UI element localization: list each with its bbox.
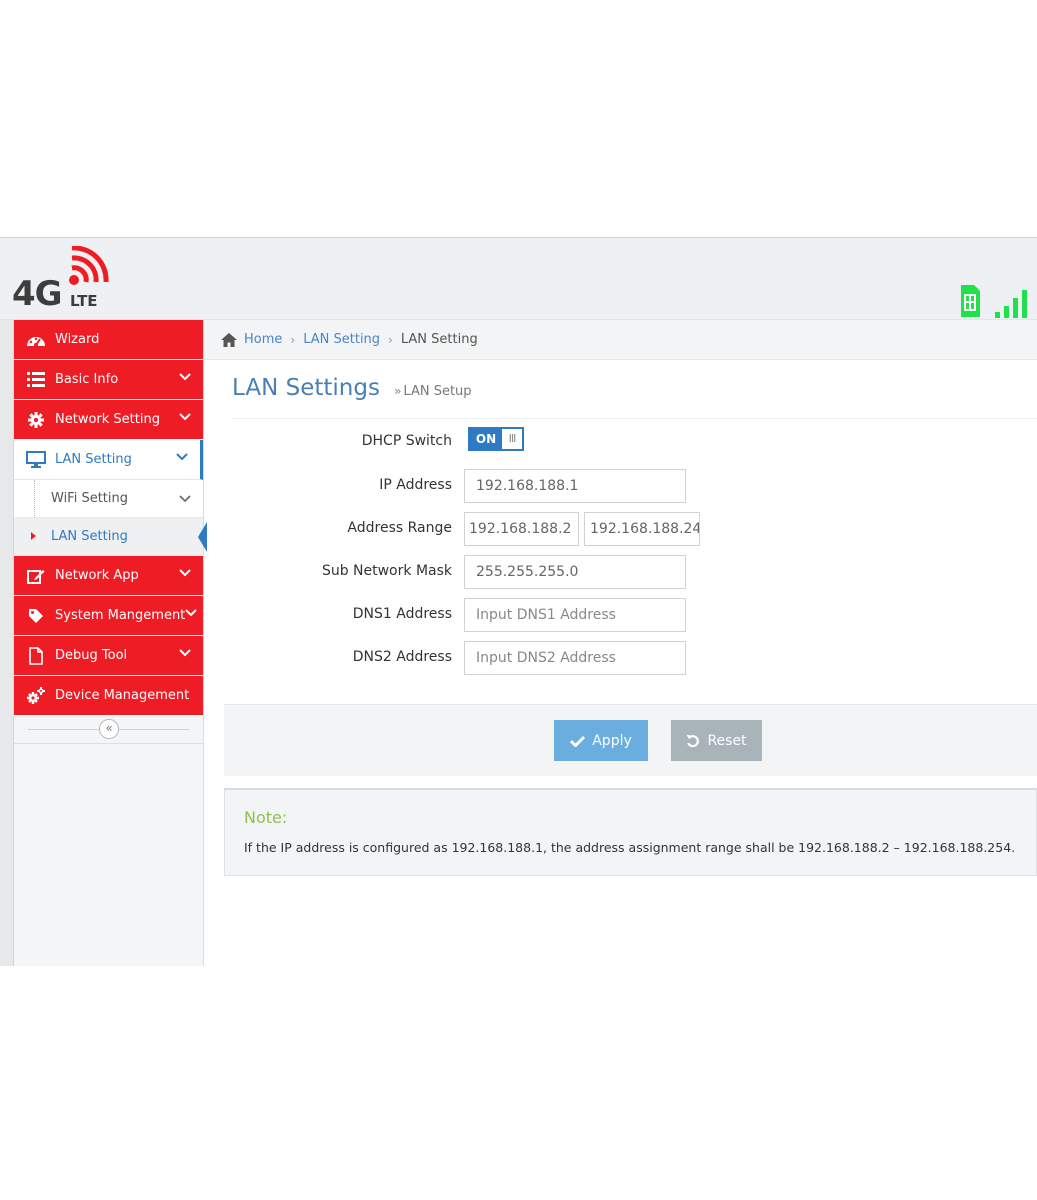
breadcrumb-separator: ›	[388, 332, 393, 347]
dhcp-switch-row: DHCP Switch ON III	[224, 424, 1037, 458]
note-text: If the IP address is configured as 192.1…	[244, 840, 1016, 855]
main-content: Home › LAN Setting › LAN Setting LAN Set…	[204, 320, 1037, 966]
page-title: LAN Settings	[232, 375, 380, 401]
toggle-on-label: ON	[470, 429, 502, 449]
chevron-down-icon	[185, 609, 197, 617]
sidebar-menu: Wizard Basic Info Network Setting LAN Se…	[14, 320, 207, 744]
ip-address-input[interactable]	[464, 469, 686, 503]
dhcp-switch-label: DHCP Switch	[361, 433, 452, 449]
chevron-down-icon	[179, 413, 191, 421]
page-subtitle-text: LAN Setup	[403, 384, 472, 399]
page-header: LAN Settings » LAN Setup	[232, 375, 1037, 419]
toggle-grip-icon: III	[508, 432, 517, 445]
subnet-mask-row: Sub Network Mask	[224, 555, 1037, 589]
chevron-down-icon	[179, 373, 191, 381]
gears-icon	[26, 686, 46, 706]
sidebar-item-label: Wizard	[55, 332, 100, 347]
sidebar-item-label: LAN Setting	[55, 452, 132, 467]
address-range-row: Address Range	[224, 512, 1037, 546]
note-panel: Note: If the IP address is configured as…	[224, 788, 1037, 876]
router-admin-app: 4G LTE Wizard Basic Info Network Setting…	[0, 238, 1037, 966]
sidebar-item-network-setting[interactable]: Network Setting	[14, 400, 203, 440]
tag-icon	[26, 606, 46, 626]
dashboard-icon	[26, 330, 46, 350]
reset-button[interactable]: Reset	[671, 720, 762, 761]
breadcrumb-home-link[interactable]: Home	[244, 332, 282, 347]
file-icon	[26, 646, 46, 666]
reset-button-label: Reset	[707, 732, 747, 749]
submenu-item-label: WiFi Setting	[51, 491, 129, 506]
sidebar-collapse-row: «	[14, 716, 203, 744]
undo-icon	[686, 734, 700, 747]
sidebar-item-basic-info[interactable]: Basic Info	[14, 360, 203, 400]
submenu-item-lan-setting[interactable]: LAN Setting	[14, 518, 207, 556]
ip-address-label: IP Address	[379, 477, 452, 493]
dhcp-switch-toggle[interactable]: ON III	[468, 427, 524, 451]
sidebar-item-system-management[interactable]: System Mangement	[14, 596, 203, 636]
breadcrumb-current: LAN Setting	[400, 332, 478, 347]
subnet-mask-label: Sub Network Mask	[321, 563, 452, 579]
chevron-down-icon	[179, 649, 191, 657]
submenu-item-wifi-setting[interactable]: WiFi Setting	[14, 480, 203, 518]
dns2-row: DNS2 Address	[224, 641, 1037, 675]
sidebar-strip	[0, 320, 14, 966]
breadcrumb: Home › LAN Setting › LAN Setting	[204, 320, 1037, 360]
signal-bars-icon	[995, 288, 1027, 318]
address-range-label: Address Range	[347, 520, 452, 536]
sidebar-item-label: Network App	[55, 568, 139, 583]
chevron-down-icon	[176, 453, 188, 461]
status-area	[959, 278, 1027, 318]
active-indicator	[198, 522, 207, 552]
dns1-row: DNS1 Address	[224, 598, 1037, 632]
home-icon	[221, 332, 237, 347]
sidebar-item-label: System Mangement	[55, 608, 186, 623]
check-icon	[570, 735, 586, 747]
sidebar-item-wizard[interactable]: Wizard	[14, 320, 203, 360]
submenu-item-label: LAN Setting	[51, 529, 128, 544]
dns1-input[interactable]	[464, 598, 686, 632]
breadcrumb-separator: ›	[290, 332, 296, 347]
collapse-sidebar-button[interactable]: «	[99, 719, 119, 739]
sidebar-item-lan-setting[interactable]: LAN Setting	[14, 440, 203, 480]
sidebar-item-label: Debug Tool	[55, 648, 128, 663]
chevron-down-icon	[179, 569, 191, 577]
sidebar-item-debug-tool[interactable]: Debug Tool	[14, 636, 203, 676]
chevron-down-icon	[179, 495, 191, 503]
sidebar-item-label: Device Management	[55, 688, 190, 703]
lan-submenu: WiFi Setting LAN Setting	[14, 480, 207, 556]
subnet-mask-input[interactable]	[464, 555, 686, 589]
dns2-label: DNS2 Address	[352, 649, 452, 665]
sidebar-item-network-app[interactable]: Network App	[14, 556, 203, 596]
page-subtitle: » LAN Setup	[394, 384, 471, 399]
monitor-icon	[26, 450, 46, 470]
sidebar-item-label: Basic Info	[55, 372, 119, 387]
apply-button[interactable]: Apply	[554, 720, 648, 761]
wireless-waves-icon	[69, 246, 109, 285]
logo-lte-text: LTE	[70, 292, 98, 310]
apply-button-label: Apply	[592, 732, 632, 749]
sidebar: Wizard Basic Info Network Setting LAN Se…	[0, 320, 207, 966]
edit-icon	[26, 566, 46, 586]
double-chevron-right-icon: »	[394, 384, 402, 398]
note-title: Note:	[244, 808, 288, 827]
sim-card-icon	[961, 285, 980, 317]
caret-right-icon	[31, 532, 36, 540]
logo: 4G LTE	[12, 246, 112, 314]
dns2-input[interactable]	[464, 641, 686, 675]
dns1-label: DNS1 Address	[352, 606, 452, 622]
range-end-input[interactable]	[584, 512, 700, 546]
list-icon	[26, 370, 46, 390]
form-actions: Apply Reset	[224, 704, 1037, 776]
logo-4g-text: 4G	[12, 274, 63, 314]
sidebar-item-label: Network Setting	[55, 412, 160, 427]
breadcrumb-lan-setting-link[interactable]: LAN Setting	[303, 332, 380, 347]
gear-icon	[26, 410, 46, 430]
header: 4G LTE	[0, 238, 1037, 320]
sidebar-item-device-management[interactable]: Device Management	[14, 676, 203, 716]
range-start-input[interactable]	[464, 512, 579, 546]
ip-address-row: IP Address	[224, 469, 1037, 503]
